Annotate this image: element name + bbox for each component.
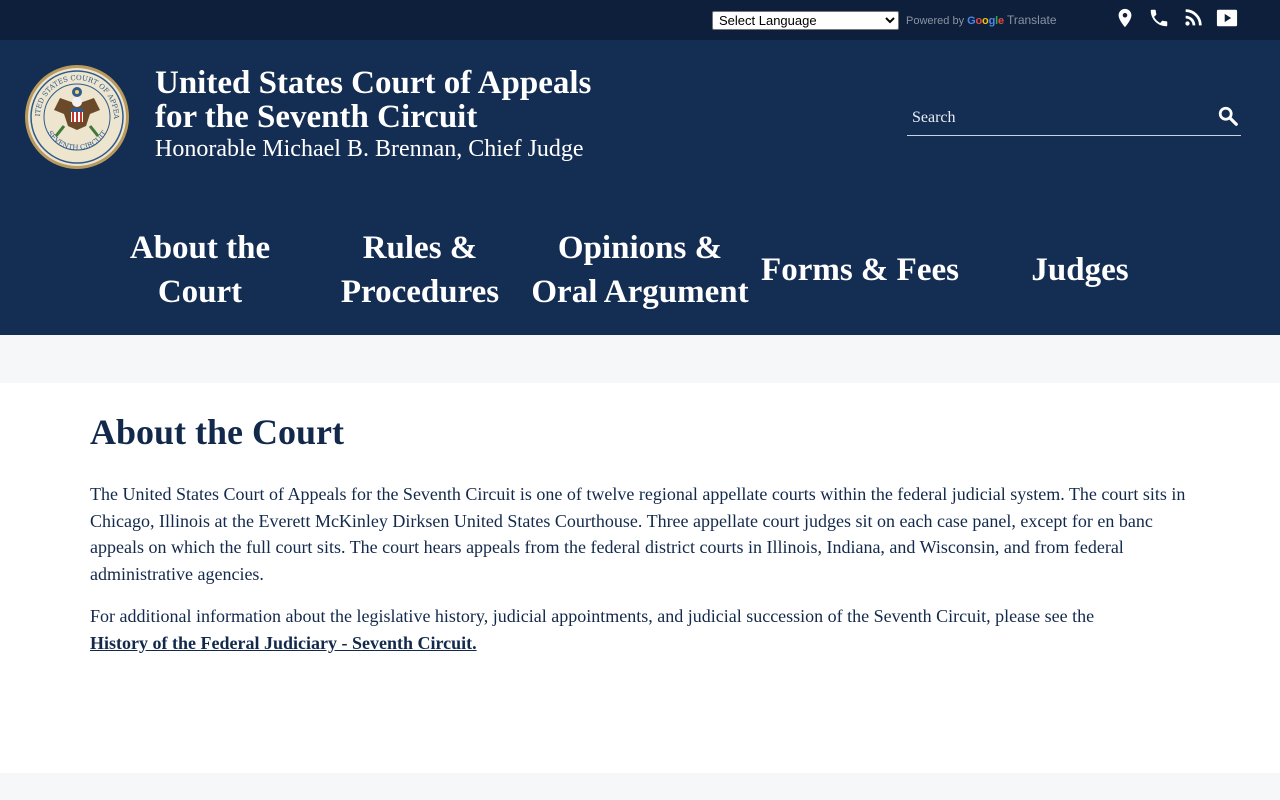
site-title-line1[interactable]: United States Court of Appeals — [155, 65, 591, 102]
breadcrumb-strip — [0, 335, 1280, 383]
map-marker-icon[interactable] — [1114, 7, 1136, 29]
top-utility-bar: Select Language Powered by Google Transl… — [0, 0, 1280, 40]
powered-by-label: Powered by — [906, 15, 965, 27]
footer-strip — [0, 773, 1280, 800]
search-icon[interactable] — [1217, 105, 1239, 127]
nav-about-the-court[interactable]: About the Court — [90, 225, 310, 315]
history-paragraph-text: For additional information about the leg… — [90, 606, 1095, 626]
nav-label-line: About the — [129, 230, 271, 266]
google-translate-attribution: Powered by Google Translate — [906, 13, 1057, 27]
nav-forms-fees[interactable]: Forms & Fees — [750, 225, 970, 315]
phone-icon[interactable] — [1148, 7, 1170, 29]
search-input[interactable] — [907, 102, 1207, 134]
nav-label-line: Opinions & — [557, 230, 723, 266]
nav-opinions-oral-argument[interactable]: Opinions & Oral Argument — [530, 225, 750, 315]
nav-rules-procedures[interactable]: Rules & Procedures — [310, 225, 530, 315]
nav-label-line: Court — [157, 274, 243, 310]
nav-judges[interactable]: Judges — [970, 225, 1190, 315]
rss-icon[interactable] — [1182, 7, 1204, 29]
about-paragraph: The United States Court of Appeals for t… — [90, 484, 1186, 584]
nav-label: About the Court — [130, 226, 270, 314]
language-select[interactable]: Select Language — [712, 11, 899, 30]
history-federal-judiciary-link[interactable]: History of the Federal Judiciary - Seven… — [90, 633, 477, 653]
site-title-line2[interactable]: for the Seventh Circuit — [155, 99, 477, 136]
court-seal-logo[interactable]: UNITED STATES COURT OF APPEALS SEVENTH C… — [24, 64, 130, 170]
nav-label-line: Procedures — [340, 274, 500, 310]
page-title: About the Court — [90, 412, 345, 452]
nav-label-line: Rules & — [362, 230, 478, 266]
site-header: UNITED STATES COURT OF APPEALS SEVENTH C… — [0, 40, 1280, 335]
nav-label-line: Oral Argument — [531, 274, 749, 310]
nav-label: Forms & Fees — [761, 252, 959, 288]
translate-link[interactable]: Translate — [1007, 13, 1057, 27]
google-logo[interactable]: Google — [967, 15, 1004, 27]
google-letter: e — [997, 15, 1004, 27]
nav-label: Rules & Procedures — [341, 226, 499, 314]
youtube-icon[interactable] — [1216, 7, 1238, 29]
nav-label: Opinions & Oral Argument — [531, 226, 748, 314]
search-form — [907, 102, 1241, 136]
nav-label: Judges — [1031, 252, 1129, 288]
history-paragraph: For additional information about the leg… — [90, 603, 1190, 656]
main-content: About the Court The United States Court … — [0, 383, 1280, 773]
google-letter: G — [967, 15, 976, 27]
chief-judge-subtitle: Honorable Michael B. Brennan, Chief Judg… — [155, 136, 584, 162]
